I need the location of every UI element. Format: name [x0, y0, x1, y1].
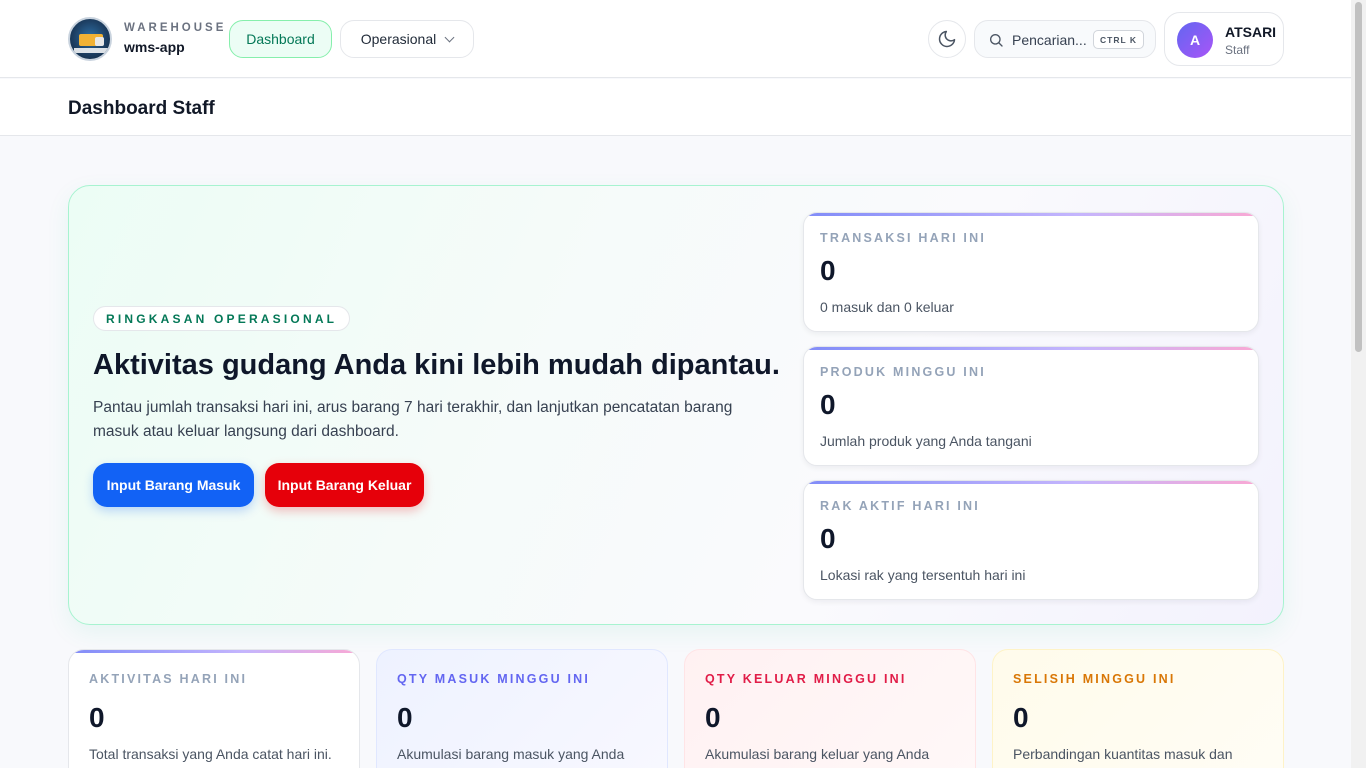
input-barang-keluar-button[interactable]: Input Barang Keluar — [265, 463, 424, 507]
hero-card: RINGKASAN OPERASIONAL Aktivitas gudang A… — [68, 185, 1284, 625]
top-navbar: WAREHOUSE wms-app Dashboard Operasional … — [0, 0, 1351, 78]
stat-subtext: Lokasi rak yang tersentuh hari ini — [820, 567, 1026, 583]
input-barang-masuk-button[interactable]: Input Barang Masuk — [93, 463, 254, 507]
page-title: Dashboard Staff — [68, 98, 215, 119]
stat-value: 0 — [820, 255, 836, 286]
stat-subtext: Jumlah produk yang Anda tangani — [820, 433, 1032, 449]
brand-kicker: WAREHOUSE — [124, 22, 227, 34]
stat-subtext: 0 masuk dan 0 keluar — [820, 299, 954, 315]
nav-dashboard[interactable]: Dashboard — [229, 20, 332, 58]
avatar: A — [1177, 22, 1213, 58]
hero-badge: RINGKASAN OPERASIONAL — [93, 306, 351, 331]
stat-label: PRODUK MINGGU INI — [820, 365, 986, 379]
metric-label: SELISIH MINGGU INI — [1013, 672, 1176, 686]
stat-card-rak: RAK AKTIF HARI INI 0 Lokasi rak yang ter… — [803, 480, 1259, 600]
metric-label: QTY MASUK MINGGU INI — [397, 672, 591, 686]
page-scrollbar[interactable] — [1351, 0, 1366, 768]
search-button[interactable]: Pencarian... CTRL K — [974, 20, 1156, 58]
moon-icon — [938, 30, 956, 48]
metric-card-qty-masuk: QTY MASUK MINGGU INI 0 Akumulasi barang … — [376, 649, 668, 768]
metric-value: 0 — [705, 702, 721, 733]
metric-subtext: Akumulasi barang keluar yang Anda — [705, 746, 930, 762]
stat-label: TRANSAKSI HARI INI — [820, 231, 986, 245]
search-placeholder: Pencarian... — [1012, 32, 1087, 48]
page-header: Dashboard Staff — [0, 79, 1351, 136]
stat-card-produk: PRODUK MINGGU INI 0 Jumlah produk yang A… — [803, 346, 1259, 466]
user-name: ATSARI — [1225, 24, 1277, 40]
scrollbar-thumb[interactable] — [1355, 2, 1362, 352]
metric-subtext: Akumulasi barang masuk yang Anda — [397, 746, 625, 762]
stat-value: 0 — [820, 389, 836, 420]
stat-card-transaksi: TRANSAKSI HARI INI 0 0 masuk dan 0 kelua… — [803, 212, 1259, 332]
stat-label: RAK AKTIF HARI INI — [820, 499, 980, 513]
metric-card-qty-keluar: QTY KELUAR MINGGU INI 0 Akumulasi barang… — [684, 649, 976, 768]
hero-description: Pantau jumlah transaksi hari ini, arus b… — [93, 399, 733, 440]
metric-label: QTY KELUAR MINGGU INI — [705, 672, 907, 686]
theme-toggle-button[interactable] — [928, 20, 966, 58]
metric-value: 0 — [89, 702, 105, 733]
brand-name: wms-app — [124, 39, 185, 55]
nav-operational-label: Operasional — [360, 31, 437, 47]
user-role: Staff — [1225, 43, 1250, 57]
metric-card-aktivitas: AKTIVITAS HARI INI 0 Total transaksi yan… — [68, 649, 360, 768]
metric-subtext: Total transaksi yang Anda catat hari ini… — [89, 746, 332, 762]
metric-subtext: Perbandingan kuantitas masuk dan — [1013, 746, 1233, 762]
nav-dashboard-label: Dashboard — [246, 31, 315, 47]
metric-value: 0 — [397, 702, 413, 733]
search-shortcut-badge: CTRL K — [1093, 30, 1144, 49]
warehouse-logo[interactable] — [68, 17, 112, 61]
stat-value: 0 — [820, 523, 836, 554]
hero-title: Aktivitas gudang Anda kini lebih mudah d… — [93, 349, 780, 381]
user-menu[interactable]: A ATSARI Staff — [1164, 12, 1284, 66]
metric-value: 0 — [1013, 702, 1029, 733]
metric-card-selisih: SELISIH MINGGU INI 0 Perbandingan kuanti… — [992, 649, 1284, 768]
nav-operational-dropdown[interactable]: Operasional — [340, 20, 474, 58]
search-icon — [990, 34, 1003, 47]
chevron-down-icon — [444, 32, 455, 42]
metric-label: AKTIVITAS HARI INI — [89, 672, 248, 686]
